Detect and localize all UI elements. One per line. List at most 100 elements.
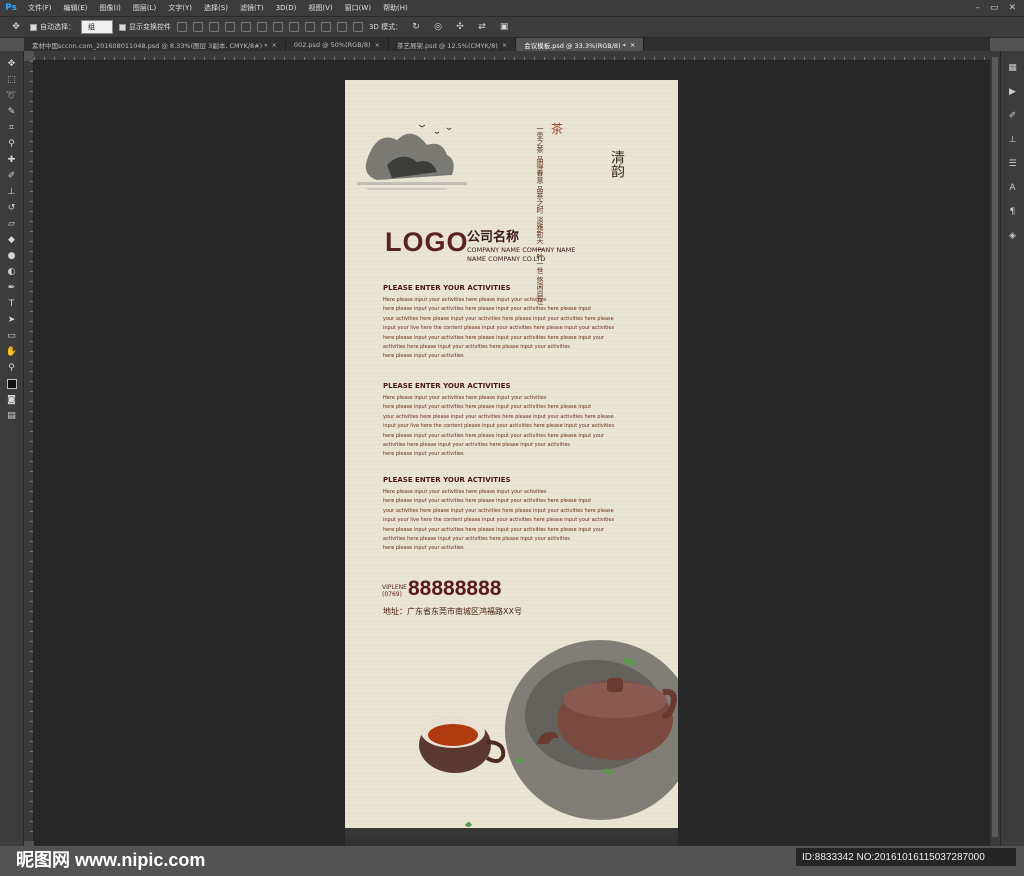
pen-icon[interactable]: ✒ (4, 281, 20, 295)
show-transform-checkbox[interactable]: 显示变换控件 (119, 22, 171, 32)
section-line: Here please input your activities here p… (383, 395, 547, 401)
distribute-vcenter-icon[interactable] (289, 22, 299, 32)
history-panel-icon[interactable]: ▦ (1005, 61, 1021, 75)
section-line: activities here please input your activi… (383, 344, 571, 351)
align-bottom-icon[interactable] (209, 22, 219, 32)
distribute-buttons (273, 22, 363, 32)
align-vcenter-icon[interactable] (193, 22, 203, 32)
nipic-watermark: 昵图网 www.nipic.com (16, 850, 206, 870)
tab-close-icon[interactable]: × (375, 41, 380, 49)
image-id-watermark: ID:8833342 NO:20161016115037287000 (796, 848, 1016, 866)
3d-panel-icon[interactable]: ◈ (1005, 229, 1021, 243)
align-right-icon[interactable] (257, 22, 267, 32)
align-left-icon[interactable] (225, 22, 235, 32)
activity-section-2: PLEASE ENTER YOUR ACTIVITIES Here please… (383, 382, 653, 460)
distribute-bottom-icon[interactable] (305, 22, 315, 32)
scrollbar-thumb[interactable] (992, 57, 998, 837)
3d-mode-label: 3D 模式： (369, 23, 403, 31)
menu-image[interactable]: 图像(I) (93, 3, 127, 13)
rectangle-icon[interactable]: ▭ (4, 329, 20, 343)
zoom-icon[interactable]: ⚲ (4, 361, 20, 375)
actions-panel-icon[interactable]: ▶ (1005, 85, 1021, 99)
healing-brush-icon[interactable]: ✚ (4, 153, 20, 167)
right-panel-dock: ▦ ▶ ✐ ⊥ ☰ A ¶ ◈ (1000, 51, 1024, 846)
menu-select[interactable]: 选择(S) (198, 3, 234, 13)
menu-file[interactable]: 文件(F) (22, 3, 58, 13)
eraser-icon[interactable]: ▱ (4, 217, 20, 231)
menu-help[interactable]: 帮助(H) (377, 3, 414, 13)
vertical-ruler[interactable] (24, 61, 34, 841)
company-name-en: COMPANY NAME COMPANY NAME NAME COMPANY C… (467, 246, 607, 264)
distribute-hcenter-icon[interactable] (337, 22, 347, 32)
menu-type[interactable]: 文字(Y) (162, 3, 198, 13)
align-top-icon[interactable] (177, 22, 187, 32)
brush-panel-icon[interactable]: ✐ (1005, 109, 1021, 123)
blur-icon[interactable]: ● (4, 249, 20, 263)
maximize-icon[interactable]: ▭ (990, 3, 999, 13)
screen-mode-icon[interactable]: ▤ (4, 409, 20, 423)
tab-document-4-active[interactable]: 会议模板.psd @ 33.3%(RGB/8) * × (516, 38, 645, 51)
3d-slide-icon[interactable]: ⇄ (474, 20, 490, 34)
activity-section-1: PLEASE ENTER YOUR ACTIVITIES Here please… (383, 284, 653, 362)
color-swatches[interactable] (4, 377, 20, 391)
align-hcenter-icon[interactable] (241, 22, 251, 32)
type-icon[interactable]: T (4, 297, 20, 311)
path-select-icon[interactable]: ➤ (4, 313, 20, 327)
section-line: your activities here please input your a… (383, 413, 614, 420)
3d-scale-icon[interactable]: ▣ (496, 20, 512, 34)
close-icon[interactable]: ✕ (1008, 3, 1016, 13)
brush-icon[interactable]: ✐ (4, 169, 20, 183)
auto-select-dropdown[interactable]: 组 (81, 20, 113, 34)
canvas-area[interactable]: 茶 一壶之茶 品得春意 品茶之时 淡雅新天 一叶一世 悠闲自在 清韵 LOGO … (34, 61, 990, 846)
minimize-icon[interactable]: – (975, 3, 980, 13)
tab-document-1[interactable]: 素材中国sccnn.com_201608011048.psd @ 8.33%(图… (24, 38, 286, 51)
move-tool-icon[interactable]: ✥ (8, 20, 24, 34)
section-line: here please input your activities here p… (383, 432, 605, 439)
show-transform-label: 显示变换控件 (129, 23, 171, 31)
section-line: here please input your activities here p… (383, 498, 592, 505)
vertical-scrollbar[interactable] (990, 51, 1000, 846)
3d-rotate-icon[interactable]: ↻ (408, 20, 424, 34)
lasso-icon[interactable]: ➰ (4, 89, 20, 103)
distribute-top-icon[interactable] (273, 22, 283, 32)
paragraph-panel-icon[interactable]: ¶ (1005, 205, 1021, 219)
menu-layer[interactable]: 图层(L) (127, 3, 162, 13)
eyedropper-icon[interactable]: ⚲ (4, 137, 20, 151)
clone-stamp-icon[interactable]: ⊥ (4, 185, 20, 199)
menu-filter[interactable]: 滤镜(T) (234, 3, 270, 13)
company-name-en-line: COMPANY NAME COMPANY NAME (467, 246, 576, 254)
tab-document-2[interactable]: 002.psd @ 50%(RGB/8) × (286, 38, 389, 51)
tab-document-3[interactable]: 茶艺展架.psd @ 12.5%(CMYK/8) × (389, 38, 517, 51)
dodge-icon[interactable]: ◐ (4, 265, 20, 279)
distribute-left-icon[interactable] (321, 22, 331, 32)
poem-line: 一壶之茶 (536, 125, 544, 153)
menu-view[interactable]: 视图(V) (302, 3, 338, 13)
move-icon[interactable]: ✥ (4, 57, 20, 71)
poster-document[interactable]: 茶 一壶之茶 品得春意 品茶之时 淡雅新天 一叶一世 悠闲自在 清韵 LOGO … (345, 80, 678, 828)
section-line: here please input your activities (383, 545, 464, 552)
menu-3d[interactable]: 3D(D) (270, 4, 303, 12)
distribute-right-icon[interactable] (353, 22, 363, 32)
tab-close-icon[interactable]: × (630, 41, 635, 49)
horizontal-ruler[interactable] (34, 51, 990, 61)
history-brush-icon[interactable]: ↺ (4, 201, 20, 215)
3d-drag-icon[interactable]: ✣ (452, 20, 468, 34)
paint-bucket-icon[interactable]: ◆ (4, 233, 20, 247)
3d-roll-icon[interactable]: ◎ (430, 20, 446, 34)
clone-source-icon[interactable]: ⊥ (1005, 133, 1021, 147)
menu-window[interactable]: 窗口(W) (339, 3, 377, 13)
menu-edit[interactable]: 编辑(E) (58, 3, 94, 13)
quick-select-icon[interactable]: ✎ (4, 105, 20, 119)
adjustments-icon[interactable]: ☰ (1005, 157, 1021, 171)
photoshop-window: Ps 文件(F) 编辑(E) 图像(I) 图层(L) 文字(Y) 选择(S) 滤… (0, 0, 1024, 876)
auto-select-checkbox[interactable]: 自动选择： (30, 22, 75, 32)
quick-mask-icon[interactable]: ◙ (4, 393, 20, 407)
tab-close-icon[interactable]: × (271, 41, 276, 49)
poem-text: 一壶之茶 品得春意 品茶之时 淡雅新天 一叶一世 悠闲自在 (535, 125, 545, 304)
marquee-icon[interactable]: ⬚ (4, 73, 20, 87)
character-panel-icon[interactable]: A (1005, 181, 1021, 195)
tab-close-icon[interactable]: × (502, 41, 507, 49)
hand-icon[interactable]: ✋ (4, 345, 20, 359)
options-bar: ✥ 自动选择： 组 显示变换控件 3D 模式： ↻ ◎ ✣ ⇄ ▣ (0, 16, 1024, 38)
crop-icon[interactable]: ⌗ (4, 121, 20, 135)
